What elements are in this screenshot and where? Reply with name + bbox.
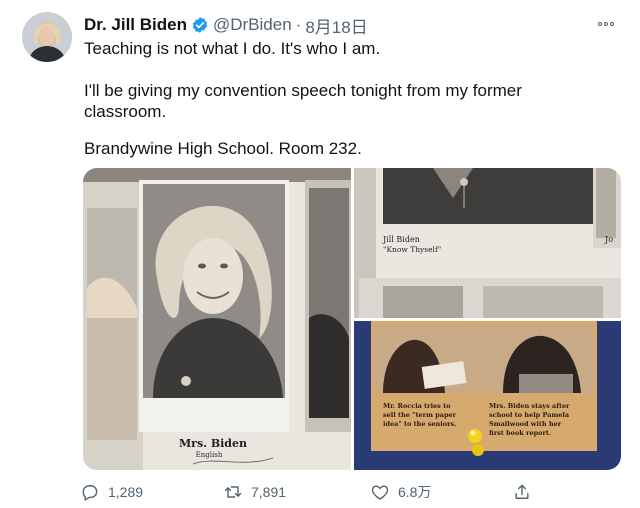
photo1-caption-subject: English bbox=[196, 451, 223, 459]
tweet-date[interactable]: 8月18日 bbox=[305, 13, 367, 38]
author-name[interactable]: Dr. Jill Biden bbox=[84, 15, 187, 35]
yearbook-photo-bottom-right[interactable]: Mr. Roccia tries to sell the "term paper… bbox=[354, 321, 621, 470]
avatar[interactable] bbox=[22, 12, 72, 62]
photo1-caption-name: Mrs. Biden bbox=[179, 437, 247, 450]
photo3-caption-right-2: school to help Pamela bbox=[489, 411, 570, 419]
like-count: 6.8万 bbox=[398, 484, 432, 500]
photo2-name: Jill Biden bbox=[382, 235, 420, 244]
retweet-button[interactable]: 7,891 bbox=[223, 480, 286, 504]
media-grid[interactable]: Mrs. Biden English Jill Biden "Know Thys… bbox=[83, 168, 621, 470]
photo3-caption-right-1: Mrs. Biden stays after bbox=[489, 402, 570, 410]
retweet-icon bbox=[224, 486, 242, 498]
photo3-caption-right-4: first book report. bbox=[489, 429, 551, 437]
photo2-quote: "Know Thyself" bbox=[383, 245, 441, 254]
tweet-actions: 1,289 7,891 6.8万 bbox=[80, 480, 540, 504]
tweet-text-line-3: Brandywine High School. Room 232. bbox=[84, 139, 362, 158]
like-button[interactable]: 6.8万 bbox=[370, 480, 431, 504]
more-icon[interactable] bbox=[594, 14, 618, 34]
photo3-caption-left-3: idea" to the seniors. bbox=[383, 420, 456, 428]
yearbook-photo-top-right[interactable]: Jill Biden "Know Thyself" Jo bbox=[354, 168, 621, 318]
reply-icon bbox=[82, 485, 98, 501]
yearbook-photo-left[interactable]: Mrs. Biden English bbox=[83, 168, 351, 470]
retweet-count: 7,891 bbox=[251, 484, 287, 500]
photo3-caption-left-2: sell the "term paper bbox=[383, 411, 457, 419]
tweet[interactable]: Dr. Jill Biden @DrBiden · 8月18日 Teaching… bbox=[0, 0, 640, 508]
verified-badge-icon bbox=[191, 16, 209, 34]
share-button[interactable] bbox=[512, 480, 532, 504]
reply-button[interactable]: 1,289 bbox=[80, 480, 143, 504]
author-handle[interactable]: @DrBiden bbox=[213, 15, 292, 35]
photo3-caption-left-1: Mr. Roccia tries to bbox=[383, 402, 451, 410]
photo2-partial: Jo bbox=[604, 235, 613, 244]
like-icon bbox=[371, 485, 389, 500]
separator-dot: · bbox=[295, 15, 302, 34]
photo3-caption-right-3: Smallwood with her bbox=[489, 420, 562, 428]
reply-count: 1,289 bbox=[108, 484, 144, 500]
tweet-text-line-1: Teaching is not what I do. It's who I am… bbox=[84, 39, 381, 58]
tweet-header: Dr. Jill Biden @DrBiden · 8月18日 bbox=[84, 13, 368, 38]
tweet-text-line-2: I'll be giving my convention speech toni… bbox=[84, 81, 522, 121]
share-icon bbox=[515, 484, 529, 499]
